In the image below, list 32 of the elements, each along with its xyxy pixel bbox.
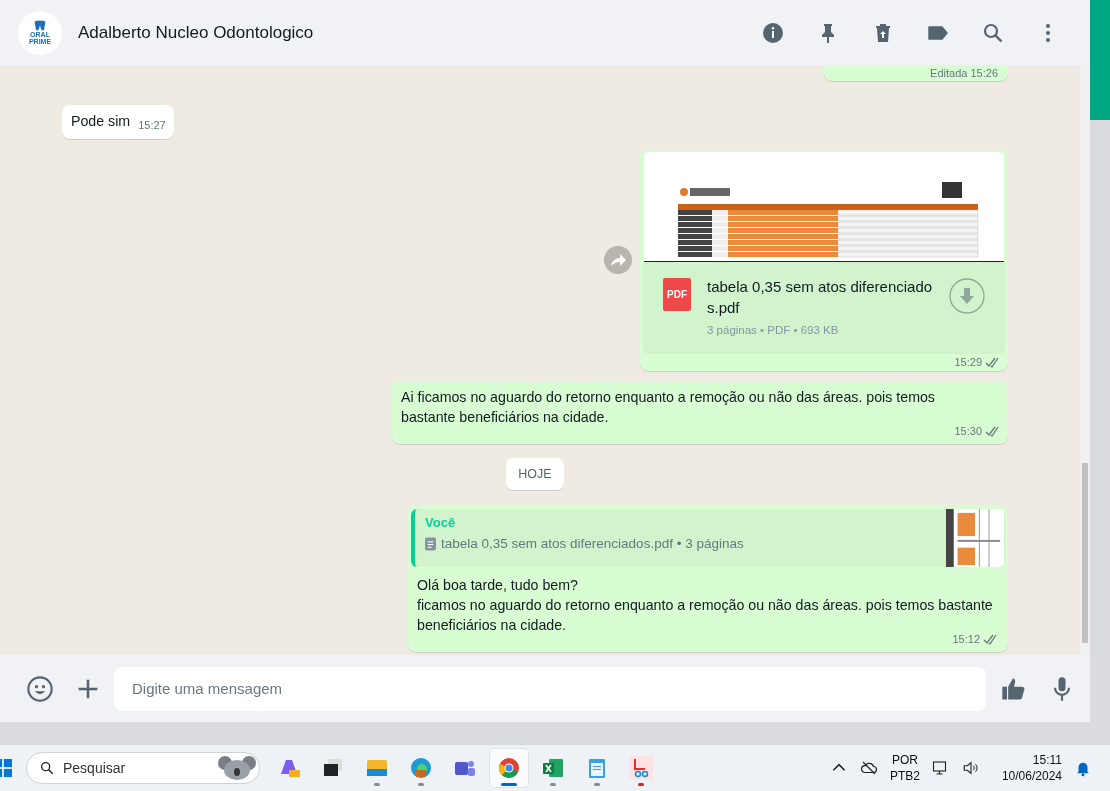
taskbar-search-field[interactable]: Pesquisar [26, 752, 260, 785]
tooth-logo-icon [32, 20, 48, 31]
message-time: 15:12 [952, 633, 980, 645]
quote-text: tabela 0,35 sem atos diferenciados.pdf • 3 páginas [441, 536, 744, 551]
message-time: 15:27 [138, 119, 166, 131]
message-text: Ai ficamos no aguardo do retorno enquanto a remoção ou não das áreas. pois temos bastante beneficiários na cidade. [401, 388, 936, 427]
double-check-icon [983, 633, 999, 645]
contact-name[interactable]: Adalberto Nucleo Odontologico [78, 22, 314, 43]
double-check-icon [985, 356, 1001, 368]
file-name[interactable]: tabela 0,35 sem atos diferenciados.pdf [707, 276, 933, 318]
message-edited-time: Editada 15:26 [930, 68, 998, 79]
message-time: 15:29 [954, 356, 982, 368]
double-check-icon [985, 425, 1001, 437]
language-indicator[interactable]: POR PTB2 [889, 752, 920, 785]
quote-author: Você [425, 515, 457, 530]
message-input[interactable]: Digite uma mensagem [114, 666, 986, 711]
taskbar-clock[interactable]: 15:11 10/06/2024 [1001, 752, 1062, 785]
pdf-file-icon: PDF [663, 278, 691, 311]
windows-start-icon[interactable] [0, 759, 12, 778]
search-icon [39, 760, 55, 777]
message-text: Olá boa tarde, tudo bem? ficamos no aguardo do retorno enquanto a remoção ou não das áreas. pois temos bastante beneficiários na cidade. [416, 576, 994, 635]
document-thumbnail-drawing [945, 509, 1005, 567]
quoted-message[interactable]: Você tabela 0,35 sem atos diferenciados.pdf • 3 páginas [411, 509, 1005, 567]
file-details: 3 páginas • PDF • 693 KB [707, 324, 840, 336]
scrollbar[interactable] [1080, 65, 1090, 655]
animal-drawing [217, 755, 257, 782]
message-time: 15:30 [954, 425, 982, 437]
emoji-icon[interactable] [26, 674, 54, 703]
document-icon [425, 536, 436, 551]
scissors-icon [629, 756, 653, 781]
info-icon[interactable] [761, 20, 785, 45]
message-text: Pode sim [71, 112, 131, 131]
